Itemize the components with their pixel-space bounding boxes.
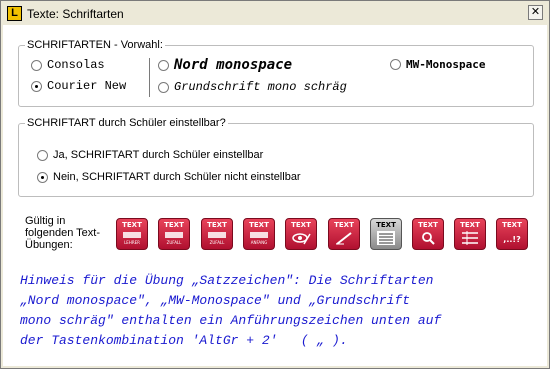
radio-nord-monospace[interactable]: Nord monospace [158,57,292,73]
title-bar: L Texte: Schriftarten ✕ [3,3,547,24]
exercise-button-lines[interactable]: TEXT [370,218,402,250]
exercise-button-zufall-2[interactable]: TEXT ZUFALL [201,218,233,250]
exercise-button-pen[interactable]: TEXT [328,218,360,250]
text-pen-icon [336,232,352,245]
svg-text:LEHRER: LEHRER [124,240,140,245]
dialog-window: L Texte: Schriftarten ✕ SCHRIFTARTEN - V… [0,0,550,369]
svg-text:ZUFALL: ZUFALL [210,240,226,245]
radio-nord-monospace-circle[interactable] [158,59,169,71]
exercise-caption: TEXT [164,221,184,229]
svg-text:ZUFALL: ZUFALL [167,240,183,245]
text-punctuation-icon: ,..!? [503,235,521,244]
radio-consolas-circle[interactable] [31,59,42,71]
exercise-button-eye-pen[interactable]: TEXT [285,218,317,250]
exercise-caption: TEXT [460,221,480,229]
exercise-caption: TEXT [334,221,354,229]
exercise-button-search[interactable]: TEXT [412,218,444,250]
exercise-button-list[interactable]: TEXT [454,218,486,250]
option-separator [149,58,150,97]
window-title: Texte: Schriftarten [27,7,124,21]
font-preselection-legend: SCHRIFTARTEN - Vorwahl: [27,39,163,51]
radio-grundschrift-label: Grundschrift mono schräg [174,80,347,94]
radio-grundschrift[interactable]: Grundschrift mono schräg [158,80,347,94]
hint-line: Hinweis für die Übung „Satzzeichen": Die… [20,273,434,288]
radio-student-yes-circle[interactable] [37,149,48,161]
student-setting-legend: SCHRIFTART durch Schüler einstellbar? [27,117,226,129]
hint-line: „Nord monospace", „MW-Monospace" und „Gr… [20,293,411,308]
radio-student-yes-label: Ja, SCHRIFTART durch Schüler einstellbar [53,149,264,161]
exercise-button-zufall[interactable]: TEXT ZUFALL [158,218,190,250]
hint-line: der Tastenkombination 'AltGr + 2' ( „ ). [20,333,348,348]
radio-grundschrift-circle[interactable] [158,81,169,93]
radio-mw-monospace[interactable]: MW-Monospace [390,58,485,71]
radio-courier-new[interactable]: Courier New [31,79,126,93]
text-eye-pen-icon [292,233,311,245]
radio-student-no[interactable]: Nein, SCHRIFTART durch Schüler nicht ein… [37,171,301,183]
close-button[interactable]: ✕ [528,5,543,20]
text-list-icon [462,231,478,245]
radio-student-yes[interactable]: Ja, SCHRIFTART durch Schüler einstellbar [37,149,263,161]
text-lehrer-icon: LEHRER [123,232,141,245]
dialog-client-area: SCHRIFTARTEN - Vorwahl: Consolas Courier… [3,25,547,366]
text-search-icon [422,232,435,245]
radio-consolas-label: Consolas [47,58,105,72]
radio-consolas[interactable]: Consolas [31,58,105,72]
exercise-button-lehrer[interactable]: TEXT LEHRER [116,218,148,250]
svg-text:,..!?: ,..!? [503,235,521,244]
radio-student-no-circle[interactable] [37,171,48,183]
radio-student-no-label: Nein, SCHRIFTART durch Schüler nicht ein… [53,171,301,183]
text-zufall2-icon: ZUFALL [208,232,226,245]
svg-text:ANFANG: ANFANG [251,240,268,245]
text-anfang-icon: ANFANG [250,232,268,245]
font-preselection-group: SCHRIFTARTEN - Vorwahl: [18,39,534,107]
exercise-caption: TEXT [376,221,396,229]
radio-mw-monospace-label: MW-Monospace [406,58,486,71]
text-zufall-icon: ZUFALL [165,232,183,245]
exercise-caption: TEXT [418,221,438,229]
exercise-button-punctuation[interactable]: TEXT ,..!? [496,218,528,250]
exercises-label: Gültig in folgenden Text-Übungen: [25,215,101,251]
hint-text: Hinweis für die Übung „Satzzeichen": Die… [20,271,540,351]
radio-mw-monospace-circle[interactable] [390,59,401,70]
exercise-caption: TEXT [207,221,227,229]
exercise-button-anfang[interactable]: TEXT ANFANG [243,218,275,250]
text-lines-icon [377,231,395,245]
hint-line: mono schräg" enthalten ein Anführungszei… [20,313,442,328]
exercise-caption: TEXT [249,221,269,229]
radio-nord-monospace-label: Nord monospace [174,57,293,73]
exercise-caption: TEXT [502,221,522,229]
exercise-caption: TEXT [291,221,311,229]
app-icon: L [7,6,22,21]
radio-courier-new-circle[interactable] [31,80,42,92]
exercise-caption: TEXT [122,221,142,229]
radio-courier-new-label: Courier New [47,79,127,93]
